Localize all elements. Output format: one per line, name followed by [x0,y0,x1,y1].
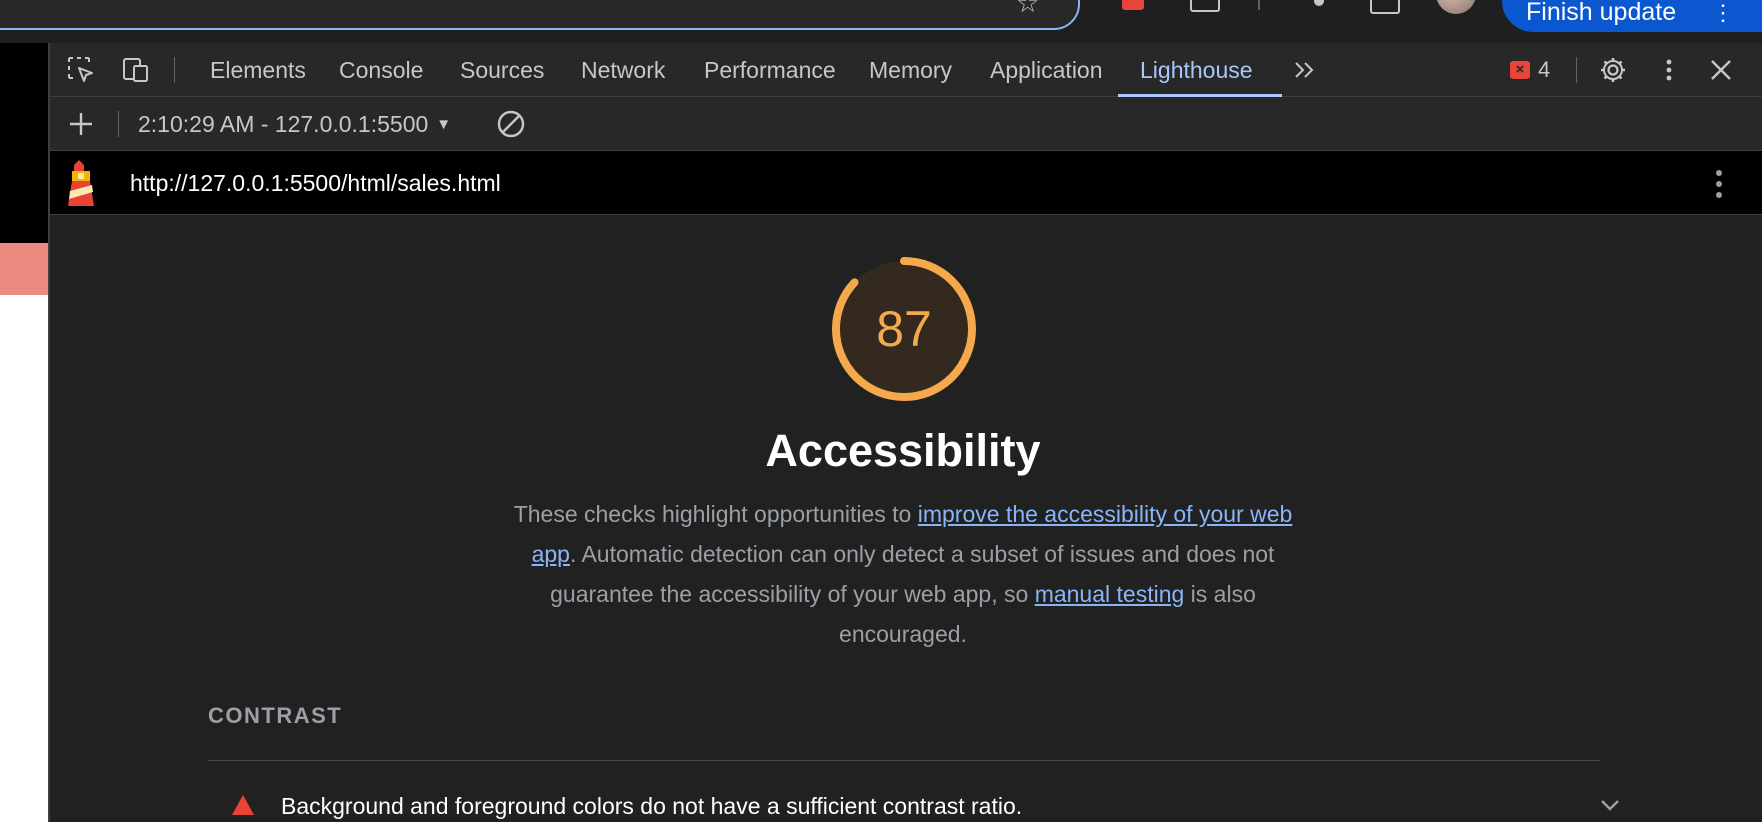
score-value: 87 [876,301,932,357]
issues-counter[interactable]: × 4 [1510,57,1550,83]
error-icon: × [1510,61,1530,79]
tab-memory[interactable]: Memory [847,43,974,97]
customize-menu-icon[interactable] [1654,55,1684,85]
close-devtools-icon[interactable] [1706,55,1736,85]
toolbar-separator [118,111,119,137]
category-title: Accessibility [765,425,1041,476]
fail-triangle-icon [232,795,254,815]
devtools-tabbar: Elements Console Sources Network Perform… [50,43,1762,97]
report-menu-icon[interactable] [1712,167,1726,201]
browser-toolbar: ☆ Finish update ⋮ [0,0,1762,43]
description-text: These checks highlight opportunities to [513,501,918,527]
extension-dot-icon[interactable] [1314,0,1324,6]
tab-elements[interactable]: Elements [188,43,328,97]
clear-reports-icon[interactable] [496,109,526,139]
chevron-down-icon[interactable] [1598,793,1622,817]
dropdown-caret-icon: ▼ [436,116,452,133]
issues-count: 4 [1538,57,1551,82]
category-description: These checks highlight opportunities to … [503,494,1303,654]
device-toolbar-icon[interactable] [120,55,150,85]
side-panel-icon[interactable] [1370,0,1400,14]
lighthouse-report: 87 Accessibility These checks highlight … [50,215,1762,822]
finish-update-label: Finish update [1526,0,1677,26]
inspect-element-icon[interactable] [66,55,96,85]
tab-console[interactable]: Console [317,43,445,97]
toolbar-separator [1576,57,1577,83]
bookmark-star-icon[interactable]: ☆ [1016,0,1039,16]
report-url[interactable]: http://127.0.0.1:5500/html/sales.html [130,151,501,215]
audit-group-title: CONTRAST [208,703,343,728]
report-selector[interactable]: 2:10:29 AM - 127.0.0.1:5500 ▼ [138,97,451,151]
manual-testing-link[interactable]: manual testing [1035,581,1185,607]
toolbar-separator [174,57,175,83]
tab-network[interactable]: Network [559,43,687,97]
page-accent-region [0,243,48,295]
tab-application[interactable]: Application [968,43,1125,97]
group-divider [208,760,1600,761]
audit-title: Background and foreground colors do not … [281,793,1023,819]
page-viewport [0,43,48,822]
tab-performance[interactable]: Performance [682,43,858,97]
report-url-bar: http://127.0.0.1:5500/html/sales.html [50,151,1762,215]
extension-icon[interactable] [1122,0,1144,10]
new-report-plus-icon[interactable] [66,109,96,139]
downloads-icon[interactable] [1190,0,1220,12]
more-tabs-icon[interactable] [1290,55,1320,85]
settings-gear-icon[interactable] [1598,55,1628,85]
profile-avatar[interactable] [1436,0,1476,14]
address-bar[interactable] [0,0,1080,30]
report-selector-label: 2:10:29 AM - 127.0.0.1:5500 [138,111,429,137]
toolbar-separator [1258,0,1260,10]
page-dark-region [0,43,48,243]
tab-sources[interactable]: Sources [438,43,566,97]
lighthouse-toolbar: 2:10:29 AM - 127.0.0.1:5500 ▼ [50,97,1762,151]
lighthouse-logo-icon [68,160,94,206]
audit-row[interactable]: Background and foreground colors do not … [208,787,1619,822]
finish-update-button[interactable]: Finish update ⋮ [1502,0,1762,32]
more-menu-icon: ⋮ [1712,0,1734,25]
tab-lighthouse[interactable]: Lighthouse [1118,43,1282,97]
